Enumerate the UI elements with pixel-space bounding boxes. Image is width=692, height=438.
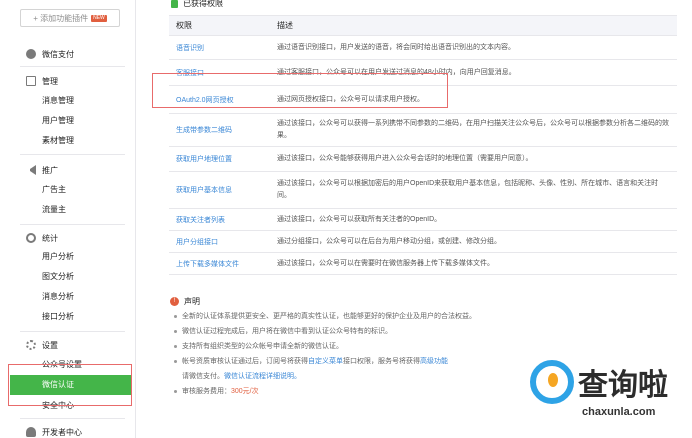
list-item: 全新的认证体系提供更安全、更严格的真实性认证，也能够更好的保护企业及用户的合法权… <box>174 313 476 320</box>
stats-title: 统计 <box>42 233 58 243</box>
add-plugin-label: + 添加功能插件 <box>33 13 89 23</box>
list-item: 微信认证过程完成后，用户将在微信中看到认证公众号特有的标识。 <box>174 328 392 335</box>
table-row: 生成带参数二维码 通过该接口，公众号可以获得一系列携带不同参数的二维码，在用户扫… <box>169 113 677 147</box>
sidebar-section-promotion: 推广 <box>26 164 58 176</box>
permission-description: 通过该接口，公众号可以获得一系列携带不同参数的二维码，在用户扫描关注公众号后，公… <box>270 113 677 147</box>
permission-name-link[interactable]: 生成带参数二维码 <box>169 113 270 147</box>
advanced-feature-link[interactable]: 高级功能 <box>420 358 448 365</box>
table-row: 用户分组接口 通过分组接口，公众号可以在后台为用户移动分组，或创建、修改分组。 <box>169 230 677 253</box>
sidebar-section-stats: 统计 <box>26 232 58 244</box>
highlight-box <box>8 364 132 406</box>
permission-name-link[interactable]: 获取用户地理位置 <box>169 146 270 172</box>
column-header-permission: 权限 <box>169 15 270 36</box>
list-item-text: 请微信支付。 <box>182 373 224 380</box>
table-row: 获取关注者列表 通过该接口，公众号可以获取所有关注者的OpenID。 <box>169 208 677 231</box>
divider <box>20 154 125 155</box>
permission-description: 通过语音识别接口，用户发送的语音，将会同时给出语音识别出的文本内容。 <box>270 35 677 60</box>
speaker-icon <box>26 165 36 175</box>
permissions-table: 权限 描述 语音识别 通过语音识别接口，用户发送的语音，将会同时给出语音识别出的… <box>169 15 677 275</box>
watermark-logo-icon <box>530 360 574 404</box>
sidebar-item-developer-center[interactable]: 开发者中心 <box>26 426 82 438</box>
list-item: 请微信支付。微信认证流程详细说明。 <box>182 371 301 381</box>
permission-description: 通过该接口，公众号可以根据加密后的用户OpenID来获取用户基本信息，包括昵称、… <box>270 171 677 209</box>
permissions-heading: 已获得权限 <box>171 0 223 9</box>
watermark-domain: chaxunla.com <box>582 406 656 418</box>
sidebar-item-user-analysis[interactable]: 用户分析 <box>42 251 74 263</box>
custom-menu-link[interactable]: 自定义菜单 <box>308 358 343 365</box>
column-header-description: 描述 <box>270 15 677 36</box>
permission-description: 通过该接口，公众号可以在需要时在微信服务器上传下载多媒体文件。 <box>270 252 677 275</box>
list-item-text: 接口权限，服务号将获得 <box>343 358 420 365</box>
list-item: 帐号资质审核认证通过后，订阅号将获得自定义菜单接口权限，服务号将获得高级功能 <box>174 356 448 366</box>
declaration-heading: ! 声明 <box>170 296 200 307</box>
sidebar-item-api-analysis[interactable]: 接口分析 <box>42 311 74 323</box>
declaration-title: 声明 <box>184 297 200 306</box>
gear-icon <box>26 340 36 350</box>
permission-name-link[interactable]: 获取用户基本信息 <box>169 171 270 209</box>
sidebar-item-traffic-owner[interactable]: 流量主 <box>42 204 66 216</box>
wechat-pay-icon <box>26 49 36 59</box>
permissions-title: 已获得权限 <box>183 0 223 8</box>
verify-process-link[interactable]: 微信认证流程详细说明。 <box>224 373 301 380</box>
wechat-pay-label: 微信支付 <box>42 49 74 59</box>
sidebar-item-message-analysis[interactable]: 消息分析 <box>42 291 74 303</box>
divider <box>20 66 125 67</box>
divider <box>20 418 125 419</box>
sidebar-item-advertiser[interactable]: 广告主 <box>42 184 66 196</box>
list-item-text: 审核服务费用： <box>182 388 231 395</box>
new-badge: NEW <box>91 14 107 22</box>
permission-name-link[interactable]: 获取关注者列表 <box>169 208 270 231</box>
sidebar-section-manage: 管理 <box>26 75 58 87</box>
sidebar-item-user-manage[interactable]: 用户管理 <box>42 115 74 127</box>
list-item-text: 帐号资质审核认证通过后，订阅号将获得 <box>182 358 308 365</box>
permission-description: 通过分组接口，公众号可以在后台为用户移动分组，或创建、修改分组。 <box>270 230 677 253</box>
promotion-title: 推广 <box>42 165 58 175</box>
table-row: 获取用户基本信息 通过该接口，公众号可以根据加密后的用户OpenID来获取用户基… <box>169 171 677 209</box>
sidebar-item-wechat-pay[interactable]: 微信支付 <box>26 48 74 60</box>
permission-description: 通过该接口，公众号可以获取所有关注者的OpenID。 <box>270 208 677 231</box>
divider <box>20 331 125 332</box>
sidebar: + 添加功能插件 NEW 微信支付 管理 消息管理 用户管理 素材管理 推广 广… <box>0 0 136 438</box>
table-row: 获取用户地理位置 通过该接口，公众号能够获得用户进入公众号会话时的地理位置（需要… <box>169 146 677 172</box>
folder-icon <box>26 76 36 86</box>
stats-icon <box>26 233 36 243</box>
sidebar-section-settings: 设置 <box>26 339 58 351</box>
fee-value: 300元/次 <box>231 388 259 395</box>
permission-name-link[interactable]: 语音识别 <box>169 35 270 60</box>
sidebar-item-article-analysis[interactable]: 图文分析 <box>42 271 74 283</box>
highlight-box <box>152 73 448 108</box>
manage-title: 管理 <box>42 76 58 86</box>
watermark: 查询啦 chaxunla.com <box>528 352 688 432</box>
sidebar-item-material-manage[interactable]: 素材管理 <box>42 135 74 147</box>
sidebar-item-message-manage[interactable]: 消息管理 <box>42 95 74 107</box>
watermark-text: 查询啦 <box>578 368 668 403</box>
list-item: 审核服务费用：300元/次 <box>174 386 259 396</box>
add-plugin-button[interactable]: + 添加功能插件 NEW <box>20 9 120 27</box>
warning-icon: ! <box>170 297 179 306</box>
table-row: 上传下载多媒体文件 通过该接口，公众号可以在需要时在微信服务器上传下载多媒体文件… <box>169 252 677 275</box>
settings-title: 设置 <box>42 340 58 350</box>
developer-label: 开发者中心 <box>42 427 82 437</box>
table-row: 语音识别 通过语音识别接口，用户发送的语音，将会同时给出语音识别出的文本内容。 <box>169 35 677 60</box>
developer-icon <box>26 427 36 437</box>
list-item: 支持所有组织类型的公众帐号申请全新的微信认证。 <box>174 343 343 350</box>
permission-name-link[interactable]: 用户分组接口 <box>169 230 270 253</box>
permission-description: 通过该接口，公众号能够获得用户进入公众号会话时的地理位置（需要用户同意）。 <box>270 146 677 172</box>
lock-icon <box>171 0 178 8</box>
permission-name-link[interactable]: 上传下载多媒体文件 <box>169 252 270 275</box>
divider <box>20 224 125 225</box>
